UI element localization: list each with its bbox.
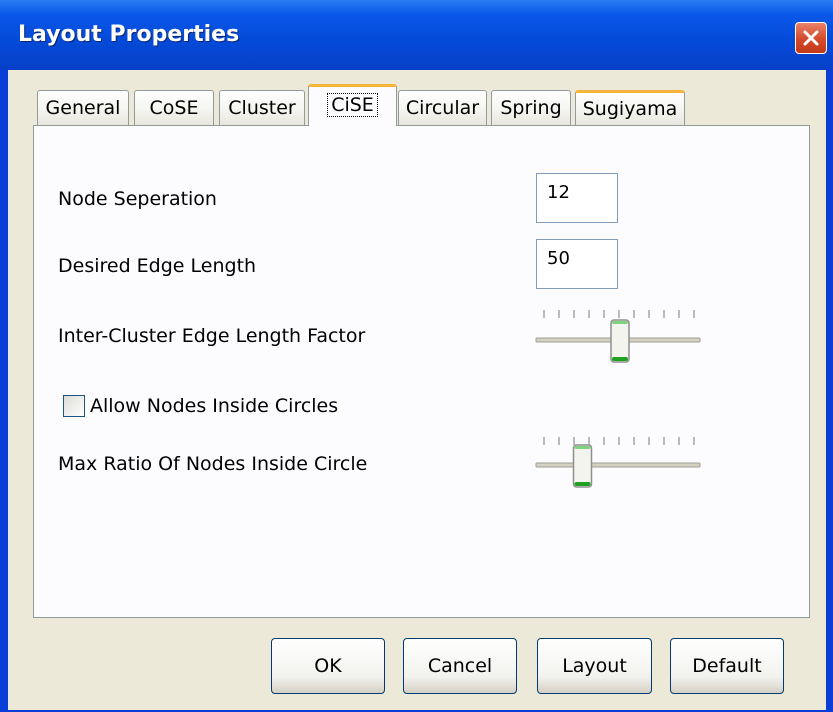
- tab-cose[interactable]: CoSE: [134, 90, 214, 126]
- layout-button[interactable]: Layout: [537, 638, 652, 694]
- tab-cluster[interactable]: Cluster: [219, 90, 305, 126]
- inter-cluster-factor-label: Inter-Cluster Edge Length Factor: [58, 325, 366, 347]
- slider-ticks: [543, 437, 695, 445]
- tab-spring[interactable]: Spring: [491, 90, 571, 126]
- ok-button[interactable]: OK: [271, 638, 385, 694]
- tab-sugiyama[interactable]: Sugiyama: [575, 90, 685, 126]
- max-ratio-inside-slider[interactable]: [534, 433, 704, 493]
- allow-nodes-inside-checkbox[interactable]: [63, 395, 85, 417]
- slider-track: [535, 462, 701, 468]
- node-separation-input[interactable]: 12: [536, 173, 618, 223]
- close-icon: [803, 30, 819, 46]
- tab-general[interactable]: General: [37, 90, 129, 126]
- node-separation-label: Node Seperation: [58, 188, 217, 210]
- slider-ticks: [543, 310, 695, 318]
- inter-cluster-factor-slider[interactable]: [534, 306, 704, 366]
- window-title: Layout Properties: [18, 22, 240, 47]
- tab-cise[interactable]: CiSE: [308, 84, 397, 126]
- tab-circular[interactable]: Circular: [398, 90, 487, 126]
- cancel-button[interactable]: Cancel: [403, 638, 517, 694]
- desired-edge-length-label: Desired Edge Length: [58, 255, 257, 277]
- default-button[interactable]: Default: [670, 638, 784, 694]
- max-ratio-inside-label: Max Ratio Of Nodes Inside Circle: [58, 453, 368, 475]
- desired-edge-length-input[interactable]: 50: [536, 239, 618, 289]
- slider-thumb[interactable]: [572, 444, 593, 488]
- close-button[interactable]: [795, 22, 827, 54]
- slider-thumb[interactable]: [610, 319, 630, 363]
- title-bar[interactable]: Layout Properties: [0, 0, 833, 70]
- allow-nodes-inside-label: Allow Nodes Inside Circles: [90, 395, 339, 417]
